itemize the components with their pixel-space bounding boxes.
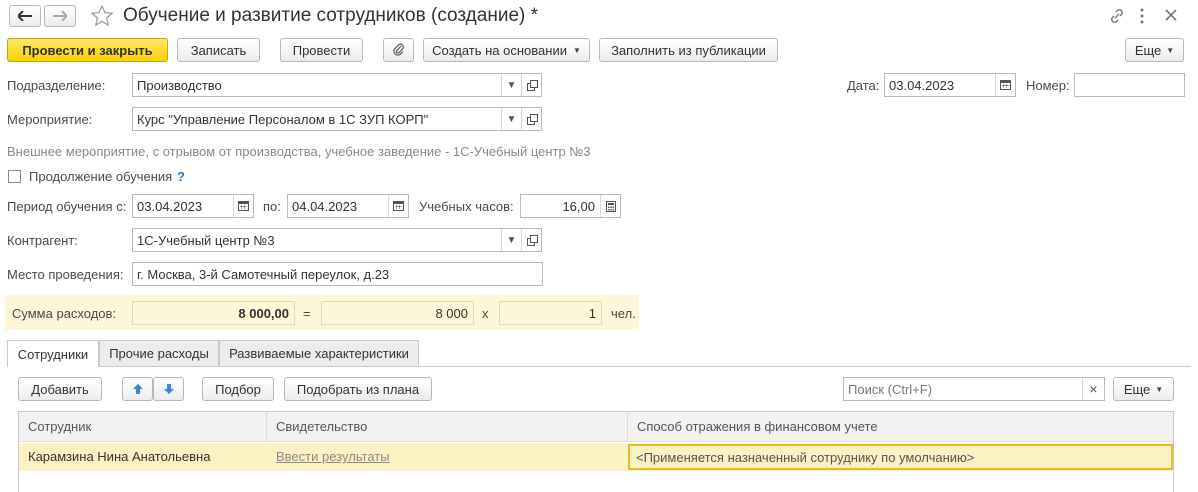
place-field[interactable]: г. Москва, 3-й Самотечный переулок, д.23 xyxy=(132,262,543,286)
expenses-total-field: 8 000,00 xyxy=(132,301,295,325)
expenses-per-value: 8 000 xyxy=(435,305,468,321)
table-row[interactable]: Карамзина Нина Анатольевна Ввести резуль… xyxy=(19,443,1173,471)
counterparty-field[interactable]: 1С-Учебный центр №3 ▼ xyxy=(132,228,542,252)
more-button[interactable]: Еще ▼ xyxy=(1125,38,1184,62)
period-to-value: 04.04.2023 xyxy=(292,198,358,214)
search-input[interactable] xyxy=(844,380,1082,398)
arrow-down-icon xyxy=(163,384,174,394)
chevron-down-icon: ▼ xyxy=(572,45,581,55)
expenses-total-value: 8 000,00 xyxy=(238,305,289,321)
favorite-star-icon[interactable] xyxy=(91,5,113,27)
more-menu-icon[interactable] xyxy=(1138,7,1146,25)
date-label: Дата: xyxy=(847,78,880,93)
people-unit: чел. xyxy=(611,306,636,321)
event-value: Курс "Управление Персоналом в 1С ЗУП КОР… xyxy=(137,111,429,127)
equals-sign: = xyxy=(303,306,311,321)
expenses-per-field: 8 000 xyxy=(321,301,474,325)
open-icon[interactable] xyxy=(521,74,541,96)
expenses-label: Сумма расходов: xyxy=(12,306,117,321)
table-more-button[interactable]: Еще ▼ xyxy=(1113,377,1174,401)
tabs-baseline xyxy=(7,366,1191,367)
cell-employee[interactable]: Карамзина Нина Анатольевна xyxy=(19,443,267,471)
calendar-icon[interactable] xyxy=(233,195,253,217)
number-label: Номер: xyxy=(1026,78,1070,93)
event-field[interactable]: Курс "Управление Персоналом в 1С ЗУП КОР… xyxy=(132,107,542,131)
link-icon[interactable] xyxy=(1108,7,1126,25)
arrow-left-icon xyxy=(18,11,32,21)
period-to-label: по: xyxy=(263,199,281,214)
move-up-button[interactable] xyxy=(122,377,153,401)
column-header-reflection[interactable]: Способ отражения в финансовом учете xyxy=(628,412,1173,442)
help-icon[interactable]: ? xyxy=(177,169,185,185)
calendar-icon[interactable] xyxy=(995,74,1015,96)
column-header-certificate[interactable]: Свидетельство xyxy=(267,412,628,442)
subdivision-label: Подразделение: xyxy=(7,78,106,93)
event-label: Мероприятие: xyxy=(7,112,93,127)
back-button[interactable] xyxy=(9,5,41,27)
people-count-value: 1 xyxy=(588,305,596,321)
continuation-label[interactable]: Продолжение обучения xyxy=(29,169,172,185)
period-label: Период обучения с: xyxy=(7,199,127,214)
calendar-icon[interactable] xyxy=(388,195,408,217)
dropdown-icon[interactable]: ▼ xyxy=(501,229,521,251)
open-icon[interactable] xyxy=(521,108,541,130)
dropdown-icon[interactable]: ▼ xyxy=(501,74,521,96)
date-field[interactable]: 03.04.2023 xyxy=(884,73,1016,97)
create-based-on-button[interactable]: Создать на основании ▼ xyxy=(423,38,590,62)
column-header-employee[interactable]: Сотрудник xyxy=(19,412,267,442)
number-field[interactable] xyxy=(1074,73,1185,97)
pick-button[interactable]: Подбор xyxy=(202,377,274,401)
forward-button[interactable] xyxy=(44,5,76,27)
subdivision-field[interactable]: Производство ▼ xyxy=(132,73,542,97)
clear-search-icon[interactable]: × xyxy=(1082,378,1104,400)
save-button[interactable]: Записать xyxy=(177,38,260,62)
people-count-field: 1 xyxy=(499,301,602,325)
tab-characteristics[interactable]: Развиваемые характеристики xyxy=(219,340,419,366)
arrow-up-icon xyxy=(132,384,143,394)
chevron-down-icon: ▼ xyxy=(1166,45,1175,55)
add-button[interactable]: Добавить xyxy=(18,377,102,401)
hours-label: Учебных часов: xyxy=(419,199,514,214)
move-down-button[interactable] xyxy=(153,377,184,401)
more-label: Еще xyxy=(1134,42,1162,58)
period-from-value: 03.04.2023 xyxy=(137,198,203,214)
table-more-label: Еще xyxy=(1123,381,1151,397)
hours-value: 16,00 xyxy=(562,198,595,214)
fill-from-publication-button[interactable]: Заполнить из публикации xyxy=(599,38,778,62)
counterparty-value: 1С-Учебный центр №3 xyxy=(137,232,275,248)
pick-from-plan-button[interactable]: Подобрать из плана xyxy=(284,377,432,401)
cell-certificate-link[interactable]: Ввести результаты xyxy=(267,443,628,471)
times-sign: x xyxy=(482,306,489,321)
table-header: Сотрудник Свидетельство Способ отражения… xyxy=(19,412,1173,442)
close-icon[interactable] xyxy=(1164,8,1178,22)
create-based-on-label: Создать на основании xyxy=(432,42,567,58)
counterparty-label: Контрагент: xyxy=(7,233,78,248)
period-from-field[interactable]: 03.04.2023 xyxy=(132,194,254,218)
hours-field[interactable]: 16,00 xyxy=(520,194,621,218)
continuation-checkbox[interactable] xyxy=(8,170,21,183)
search-field[interactable]: × xyxy=(843,377,1105,401)
event-info-text: Внешнее мероприятие, с отрывом от произв… xyxy=(7,144,591,159)
chevron-down-icon: ▼ xyxy=(1155,384,1164,394)
cell-reflection[interactable]: <Применяется назначенный сотруднику по у… xyxy=(628,444,1173,470)
place-value: г. Москва, 3-й Самотечный переулок, д.23 xyxy=(137,266,390,282)
subdivision-value: Производство xyxy=(137,77,222,93)
dropdown-icon[interactable]: ▼ xyxy=(501,108,521,130)
period-to-field[interactable]: 04.04.2023 xyxy=(287,194,409,218)
tab-employees[interactable]: Сотрудники xyxy=(7,340,99,367)
place-label: Место проведения: xyxy=(7,267,124,282)
open-icon[interactable] xyxy=(521,229,541,251)
date-value: 03.04.2023 xyxy=(889,77,955,93)
attach-button[interactable] xyxy=(383,38,414,62)
employees-table: Сотрудник Свидетельство Способ отражения… xyxy=(18,411,1174,492)
tab-other-expenses[interactable]: Прочие расходы xyxy=(99,340,219,366)
calculator-icon[interactable] xyxy=(600,195,620,217)
paperclip-icon xyxy=(392,43,404,56)
arrow-right-icon xyxy=(53,11,67,21)
window-title: Обучение и развитие сотрудников (создани… xyxy=(123,5,539,26)
post-and-close-button[interactable]: Провести и закрыть xyxy=(7,38,168,62)
post-button[interactable]: Провести xyxy=(280,38,363,62)
